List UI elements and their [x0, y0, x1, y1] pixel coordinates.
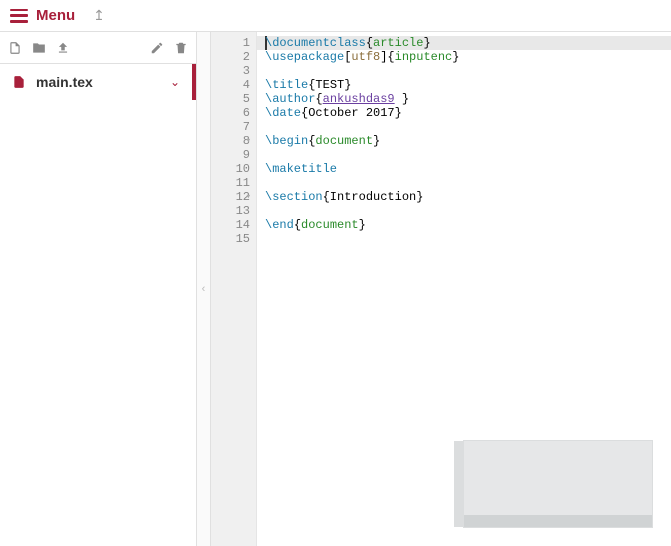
watermark-overlay: [463, 440, 653, 528]
code-line[interactable]: \maketitle: [265, 162, 663, 176]
new-file-icon[interactable]: [8, 41, 22, 55]
code-line[interactable]: \title{TEST}: [265, 78, 663, 92]
line-number: 12: [221, 190, 250, 204]
line-number: 14: [221, 218, 250, 232]
code-line[interactable]: \begin{document}: [265, 134, 663, 148]
line-number: 4: [221, 78, 250, 92]
new-folder-icon[interactable]: [32, 41, 46, 55]
chevron-down-icon[interactable]: ⌄: [170, 75, 180, 89]
code-line[interactable]: \usepackage[utf8]{inputenc}: [265, 50, 663, 64]
delete-icon[interactable]: [174, 41, 188, 55]
code-line[interactable]: \end{document}: [265, 218, 663, 232]
file-item-main-tex[interactable]: main.tex ⌄: [0, 64, 196, 100]
up-arrow-icon[interactable]: ↥: [87, 7, 111, 24]
line-number: 10: [221, 162, 250, 176]
line-number: 13: [221, 204, 250, 218]
code-line[interactable]: [265, 204, 663, 218]
collapse-handle-icon[interactable]: ‹: [202, 283, 206, 295]
top-bar: Menu ↥: [0, 0, 671, 32]
file-icon: [12, 74, 26, 90]
line-number: 15: [221, 232, 250, 246]
line-gutter: 123456789101112131415: [211, 32, 257, 546]
code-editor[interactable]: 123456789101112131415 \documentclass{art…: [211, 32, 671, 546]
line-number: 5: [221, 92, 250, 106]
code-line[interactable]: [265, 232, 663, 246]
upload-icon[interactable]: [56, 41, 70, 55]
menu-button[interactable]: Menu: [6, 5, 79, 26]
file-name-label: main.tex: [36, 74, 160, 90]
line-number: 1: [221, 36, 250, 50]
main-area: main.tex ⌄ ‹ 123456789101112131415 \docu…: [0, 32, 671, 546]
line-number: 6: [221, 106, 250, 120]
code-line[interactable]: \section{Introduction}: [265, 190, 663, 204]
line-number: 8: [221, 134, 250, 148]
code-line[interactable]: [265, 148, 663, 162]
line-number: 11: [221, 176, 250, 190]
edit-icon[interactable]: [150, 41, 164, 55]
code-line[interactable]: [265, 176, 663, 190]
file-list: main.tex ⌄: [0, 64, 196, 546]
code-line[interactable]: \author{ankushdas9 }: [265, 92, 663, 106]
code-line[interactable]: \documentclass{article}: [257, 36, 671, 50]
line-number: 9: [221, 148, 250, 162]
code-line[interactable]: [265, 64, 663, 78]
line-number: 7: [221, 120, 250, 134]
code-line[interactable]: \date{October 2017}: [265, 106, 663, 120]
menu-label: Menu: [36, 7, 75, 24]
panel-divider[interactable]: ‹: [197, 32, 211, 546]
line-number: 2: [221, 50, 250, 64]
line-number: 3: [221, 64, 250, 78]
code-line[interactable]: [265, 120, 663, 134]
file-sidebar: main.tex ⌄: [0, 32, 197, 546]
hamburger-icon: [10, 9, 28, 23]
file-toolbar: [0, 32, 196, 64]
